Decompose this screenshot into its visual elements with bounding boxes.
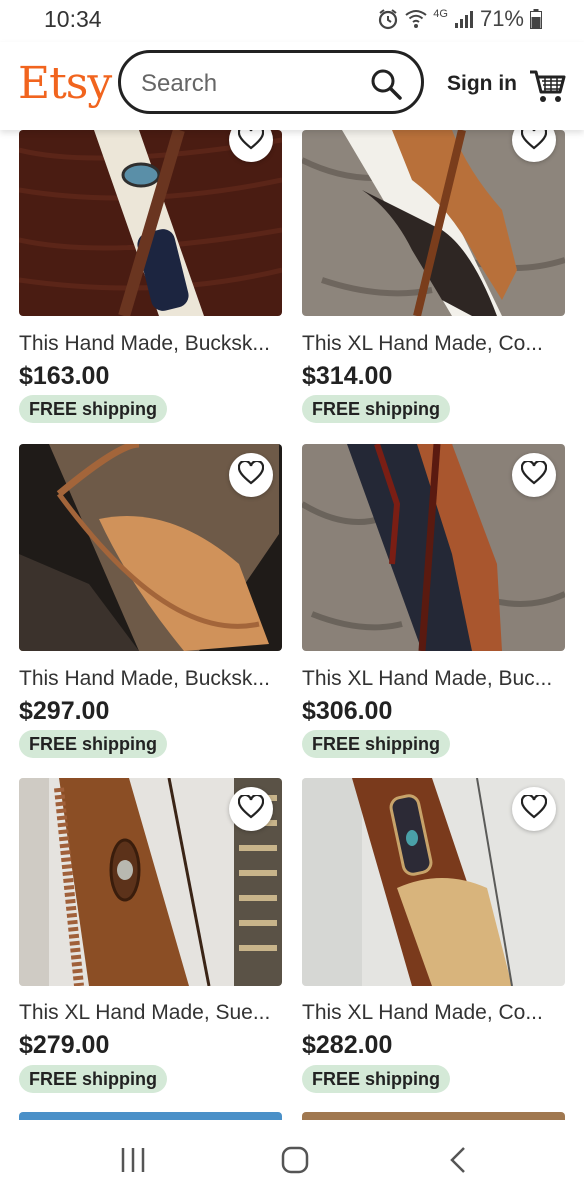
product-card[interactable]: This XL Hand Made, Co... $282.00 FREE sh… — [302, 778, 565, 1098]
heart-icon — [520, 793, 548, 824]
signal-icon — [454, 10, 474, 28]
product-title[interactable]: This XL Hand Made, Co... — [302, 332, 572, 356]
product-price: $279.00 — [19, 1031, 110, 1059]
product-title[interactable]: This XL Hand Made, Co... — [302, 1001, 572, 1025]
search-icon[interactable] — [369, 67, 403, 106]
home-icon[interactable] — [281, 1146, 309, 1179]
favorite-button[interactable] — [229, 453, 273, 497]
product-title[interactable]: This Hand Made, Bucksk... — [19, 332, 289, 356]
product-card[interactable]: This Hand Made, Bucksk... $297.00 FREE s… — [19, 444, 282, 764]
status-icons: 4G 71% — [377, 6, 542, 32]
product-price: $163.00 — [19, 362, 110, 390]
product-title[interactable]: This Hand Made, Bucksk... — [19, 667, 289, 691]
wifi-icon — [405, 9, 427, 29]
alarm-icon — [377, 8, 399, 30]
battery-icon — [530, 9, 542, 29]
sign-in-link[interactable]: Sign in — [447, 72, 517, 96]
product-price: $297.00 — [19, 697, 110, 725]
recent-apps-icon[interactable] — [120, 1146, 146, 1179]
back-icon[interactable] — [448, 1146, 468, 1179]
search-input[interactable]: Search — [118, 50, 424, 114]
product-price: $306.00 — [302, 697, 393, 725]
heart-icon — [520, 459, 548, 490]
search-placeholder: Search — [141, 70, 218, 97]
product-title[interactable]: This XL Hand Made, Buc... — [302, 667, 572, 691]
etsy-logo[interactable]: Etsy — [18, 58, 112, 109]
cart-icon[interactable] — [528, 66, 566, 109]
favorite-button[interactable] — [229, 787, 273, 831]
favorite-button[interactable] — [512, 453, 556, 497]
free-shipping-badge: FREE shipping — [302, 1065, 450, 1093]
product-price: $282.00 — [302, 1031, 393, 1059]
product-title[interactable]: This XL Hand Made, Sue... — [19, 1001, 289, 1025]
battery-level: 71% — [479, 6, 524, 31]
product-price: $314.00 — [302, 362, 393, 390]
free-shipping-badge: FREE shipping — [19, 395, 167, 423]
favorite-button[interactable] — [512, 787, 556, 831]
free-shipping-badge: FREE shipping — [19, 730, 167, 758]
free-shipping-badge: FREE shipping — [19, 1065, 167, 1093]
heart-icon — [237, 459, 265, 490]
heart-icon — [237, 793, 265, 824]
app-header: Etsy Search Sign in — [0, 42, 584, 130]
free-shipping-badge: FREE shipping — [302, 395, 450, 423]
free-shipping-badge: FREE shipping — [302, 730, 450, 758]
product-card[interactable]: This XL Hand Made, Co... $314.00 FREE sh… — [302, 118, 565, 430]
product-card[interactable]: This XL Hand Made, Buc... $306.00 FREE s… — [302, 444, 565, 764]
system-nav-bar — [0, 1120, 584, 1200]
product-card[interactable]: This Hand Made, Bucksk... $163.00 FREE s… — [19, 118, 282, 430]
status-bar: 10:34 4G 71% — [0, 0, 584, 40]
status-time: 10:34 — [44, 6, 102, 32]
network-type: 4G — [433, 8, 448, 20]
product-card[interactable]: This XL Hand Made, Sue... $279.00 FREE s… — [19, 778, 282, 1098]
